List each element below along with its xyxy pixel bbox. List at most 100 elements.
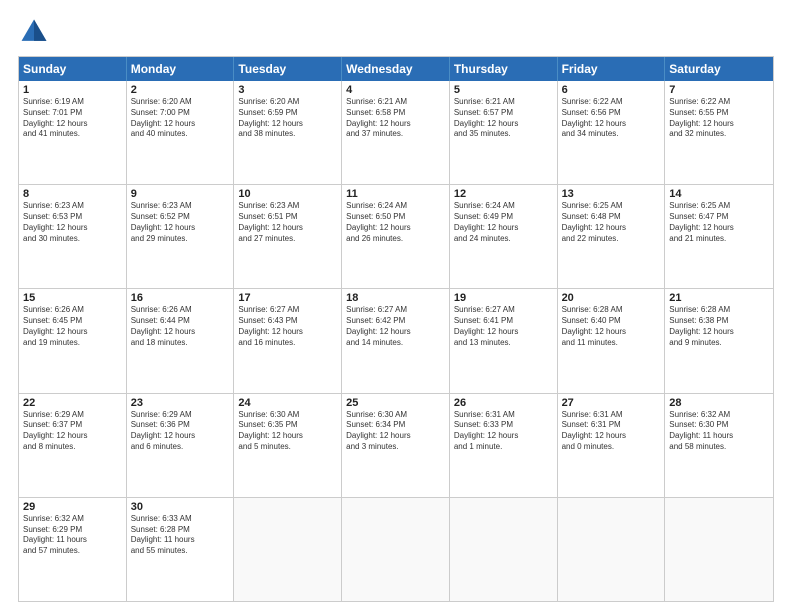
cell-info: Sunrise: 6:20 AMSunset: 7:00 PMDaylight:… [131,97,230,140]
day-number: 11 [346,188,445,200]
header-day-monday: Monday [127,57,235,81]
cell-info: Sunrise: 6:23 AMSunset: 6:51 PMDaylight:… [238,201,337,244]
day-number: 19 [454,292,553,304]
calendar-cell [450,498,558,601]
cell-info: Sunrise: 6:26 AMSunset: 6:44 PMDaylight:… [131,305,230,348]
calendar-row-1: 1Sunrise: 6:19 AMSunset: 7:01 PMDaylight… [19,81,773,185]
day-number: 6 [562,84,661,96]
day-number: 5 [454,84,553,96]
day-number: 1 [23,84,122,96]
cell-info: Sunrise: 6:29 AMSunset: 6:37 PMDaylight:… [23,410,122,453]
cell-info: Sunrise: 6:25 AMSunset: 6:48 PMDaylight:… [562,201,661,244]
day-number: 30 [131,501,230,513]
day-number: 17 [238,292,337,304]
calendar-row-4: 22Sunrise: 6:29 AMSunset: 6:37 PMDayligh… [19,394,773,498]
day-number: 24 [238,397,337,409]
cell-info: Sunrise: 6:32 AMSunset: 6:29 PMDaylight:… [23,514,122,557]
day-number: 25 [346,397,445,409]
day-number: 28 [669,397,769,409]
day-number: 12 [454,188,553,200]
calendar-cell: 4Sunrise: 6:21 AMSunset: 6:58 PMDaylight… [342,81,450,184]
cell-info: Sunrise: 6:30 AMSunset: 6:34 PMDaylight:… [346,410,445,453]
day-number: 26 [454,397,553,409]
cell-info: Sunrise: 6:27 AMSunset: 6:43 PMDaylight:… [238,305,337,348]
calendar-cell: 17Sunrise: 6:27 AMSunset: 6:43 PMDayligh… [234,289,342,392]
cell-info: Sunrise: 6:28 AMSunset: 6:40 PMDaylight:… [562,305,661,348]
day-number: 8 [23,188,122,200]
cell-info: Sunrise: 6:23 AMSunset: 6:53 PMDaylight:… [23,201,122,244]
calendar-cell: 3Sunrise: 6:20 AMSunset: 6:59 PMDaylight… [234,81,342,184]
cell-info: Sunrise: 6:22 AMSunset: 6:55 PMDaylight:… [669,97,769,140]
cell-info: Sunrise: 6:24 AMSunset: 6:50 PMDaylight:… [346,201,445,244]
cell-info: Sunrise: 6:23 AMSunset: 6:52 PMDaylight:… [131,201,230,244]
cell-info: Sunrise: 6:32 AMSunset: 6:30 PMDaylight:… [669,410,769,453]
day-number: 7 [669,84,769,96]
header-day-thursday: Thursday [450,57,558,81]
calendar-cell: 11Sunrise: 6:24 AMSunset: 6:50 PMDayligh… [342,185,450,288]
calendar-cell: 15Sunrise: 6:26 AMSunset: 6:45 PMDayligh… [19,289,127,392]
calendar-cell: 27Sunrise: 6:31 AMSunset: 6:31 PMDayligh… [558,394,666,497]
calendar-cell [558,498,666,601]
cell-info: Sunrise: 6:29 AMSunset: 6:36 PMDaylight:… [131,410,230,453]
cell-info: Sunrise: 6:21 AMSunset: 6:58 PMDaylight:… [346,97,445,140]
calendar-cell: 10Sunrise: 6:23 AMSunset: 6:51 PMDayligh… [234,185,342,288]
day-number: 9 [131,188,230,200]
header-day-wednesday: Wednesday [342,57,450,81]
day-number: 20 [562,292,661,304]
calendar-row-5: 29Sunrise: 6:32 AMSunset: 6:29 PMDayligh… [19,498,773,601]
day-number: 16 [131,292,230,304]
cell-info: Sunrise: 6:22 AMSunset: 6:56 PMDaylight:… [562,97,661,140]
cell-info: Sunrise: 6:20 AMSunset: 6:59 PMDaylight:… [238,97,337,140]
header-day-friday: Friday [558,57,666,81]
calendar-body: 1Sunrise: 6:19 AMSunset: 7:01 PMDaylight… [19,81,773,601]
calendar-cell [234,498,342,601]
calendar-header: SundayMondayTuesdayWednesdayThursdayFrid… [19,57,773,81]
cell-info: Sunrise: 6:33 AMSunset: 6:28 PMDaylight:… [131,514,230,557]
cell-info: Sunrise: 6:27 AMSunset: 6:41 PMDaylight:… [454,305,553,348]
calendar-cell: 29Sunrise: 6:32 AMSunset: 6:29 PMDayligh… [19,498,127,601]
day-number: 21 [669,292,769,304]
calendar-cell [342,498,450,601]
calendar-cell: 1Sunrise: 6:19 AMSunset: 7:01 PMDaylight… [19,81,127,184]
header-day-sunday: Sunday [19,57,127,81]
calendar-cell [665,498,773,601]
calendar-cell: 26Sunrise: 6:31 AMSunset: 6:33 PMDayligh… [450,394,558,497]
calendar-cell: 20Sunrise: 6:28 AMSunset: 6:40 PMDayligh… [558,289,666,392]
calendar-cell: 19Sunrise: 6:27 AMSunset: 6:41 PMDayligh… [450,289,558,392]
calendar-cell: 13Sunrise: 6:25 AMSunset: 6:48 PMDayligh… [558,185,666,288]
calendar-cell: 24Sunrise: 6:30 AMSunset: 6:35 PMDayligh… [234,394,342,497]
calendar-cell: 25Sunrise: 6:30 AMSunset: 6:34 PMDayligh… [342,394,450,497]
day-number: 18 [346,292,445,304]
calendar-cell: 12Sunrise: 6:24 AMSunset: 6:49 PMDayligh… [450,185,558,288]
calendar-cell: 5Sunrise: 6:21 AMSunset: 6:57 PMDaylight… [450,81,558,184]
day-number: 22 [23,397,122,409]
cell-info: Sunrise: 6:28 AMSunset: 6:38 PMDaylight:… [669,305,769,348]
day-number: 15 [23,292,122,304]
header [18,16,774,48]
calendar-cell: 28Sunrise: 6:32 AMSunset: 6:30 PMDayligh… [665,394,773,497]
cell-info: Sunrise: 6:31 AMSunset: 6:33 PMDaylight:… [454,410,553,453]
cell-info: Sunrise: 6:24 AMSunset: 6:49 PMDaylight:… [454,201,553,244]
cell-info: Sunrise: 6:26 AMSunset: 6:45 PMDaylight:… [23,305,122,348]
calendar-cell: 9Sunrise: 6:23 AMSunset: 6:52 PMDaylight… [127,185,235,288]
day-number: 10 [238,188,337,200]
page: SundayMondayTuesdayWednesdayThursdayFrid… [0,0,792,612]
day-number: 29 [23,501,122,513]
calendar-row-2: 8Sunrise: 6:23 AMSunset: 6:53 PMDaylight… [19,185,773,289]
calendar-cell: 22Sunrise: 6:29 AMSunset: 6:37 PMDayligh… [19,394,127,497]
day-number: 13 [562,188,661,200]
calendar: SundayMondayTuesdayWednesdayThursdayFrid… [18,56,774,602]
cell-info: Sunrise: 6:21 AMSunset: 6:57 PMDaylight:… [454,97,553,140]
calendar-cell: 16Sunrise: 6:26 AMSunset: 6:44 PMDayligh… [127,289,235,392]
day-number: 3 [238,84,337,96]
day-number: 4 [346,84,445,96]
cell-info: Sunrise: 6:25 AMSunset: 6:47 PMDaylight:… [669,201,769,244]
calendar-cell: 30Sunrise: 6:33 AMSunset: 6:28 PMDayligh… [127,498,235,601]
day-number: 27 [562,397,661,409]
header-day-tuesday: Tuesday [234,57,342,81]
calendar-cell: 14Sunrise: 6:25 AMSunset: 6:47 PMDayligh… [665,185,773,288]
calendar-row-3: 15Sunrise: 6:26 AMSunset: 6:45 PMDayligh… [19,289,773,393]
logo [18,16,54,48]
cell-info: Sunrise: 6:30 AMSunset: 6:35 PMDaylight:… [238,410,337,453]
calendar-cell: 6Sunrise: 6:22 AMSunset: 6:56 PMDaylight… [558,81,666,184]
